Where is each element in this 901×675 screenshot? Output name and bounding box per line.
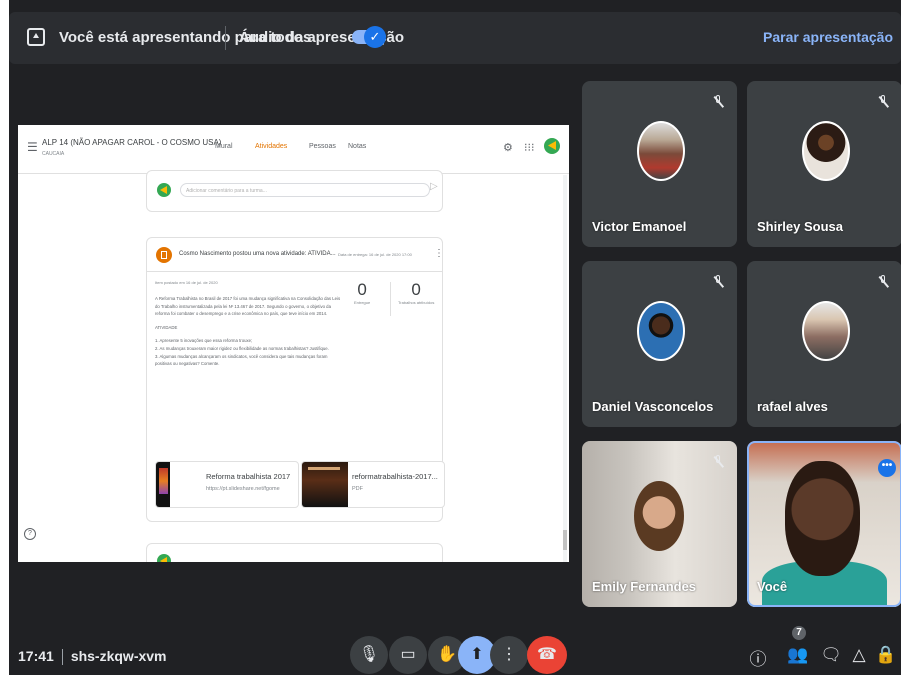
user-avatar [157,554,171,562]
participant-avatar [802,121,850,181]
posted-date: Item postado em 16 de jul. de 2020 [155,280,218,285]
tab-notas[interactable]: Notas [348,143,366,150]
chat-icon[interactable]: 🗨 [820,645,842,665]
post-heading: ATIVIDADE [155,324,178,330]
mic-off-icon [876,95,890,109]
question-3: 3. Algumas mudanças alcançaram os sindic… [155,353,328,367]
classroom-header: ☰ ALP 14 (NÃO APAGAR CAROL - O COSMO USA… [18,125,569,174]
class-name[interactable]: ALP 14 (NÃO APAGAR CAROL - O COSMO USA) [42,138,221,147]
user-avatar [157,183,171,197]
tab-mural[interactable]: Mural [215,143,233,150]
participant-tile[interactable]: rafael alves [747,261,901,427]
scrollbar-thumb[interactable] [563,530,567,550]
post-paragraph: A Reforma Trabalhista no Brasil de 2017 … [155,296,341,317]
participant-tile[interactable]: Emily Fernandes [582,441,737,607]
post-body: A Reforma Trabalhista no Brasil de 2017 … [155,295,345,368]
participant-name: Emily Fernandes [592,579,697,594]
participant-avatar [802,301,850,361]
class-section: CAUCAIA [42,151,65,157]
more-options-button[interactable]: ⋮ [490,636,528,674]
turned-in-count: 0 [357,280,367,299]
more-vert-icon: ⋮ [501,646,517,663]
menu-icon[interactable]: ☰ [27,140,38,154]
presenting-banner: Você está apresentando para todos Áudio … [9,12,901,64]
attachment-link[interactable]: Reforma trabalhista 2017 https://pt.slid… [155,461,299,508]
divider [147,271,442,272]
divider [61,649,63,666]
comment-input[interactable]: Adicionar comentário para a turma... [180,183,430,197]
turned-in-stat[interactable]: 0 Entregue [354,280,370,305]
post-title[interactable]: Cosmo Nascimento postou uma nova ativida… [179,251,336,257]
presentation-audio-toggle[interactable]: ✓ [352,26,386,48]
present-screen-icon: ⬆ [470,646,484,663]
class-comment-card: Adicionar comentário para a turma... ▷ [146,170,443,212]
self-tile[interactable]: ••• Você [747,441,901,607]
host-controls-icon[interactable]: 🔒 [875,645,897,665]
attachment-thumbnail [302,462,348,507]
attachment-pdf[interactable]: reformatrabalhista-2017... PDF [301,461,445,508]
participant-name: rafael alves [757,399,828,414]
meeting-info: 17:41 shs-zkqw-xvm [18,648,167,666]
people-icon[interactable]: 👥 [787,645,809,665]
camera-button[interactable]: ▭ [389,636,427,674]
due-date: Data de entrega: 16 de jul. de 2020 17:0… [338,252,412,257]
clock: 17:41 [18,648,54,664]
mic-button[interactable]: 🎙 [350,636,388,674]
meeting-code: shs-zkqw-xvm [70,648,167,664]
participant-name: Shirley Sousa [757,219,843,234]
assignment-post: Cosmo Nascimento postou uma nova ativida… [146,237,445,522]
mic-off-icon [711,275,725,289]
participant-tile[interactable]: Shirley Sousa [747,81,901,247]
hangup-icon: ☎ [537,646,557,663]
divider [390,282,391,316]
more-options-icon[interactable]: ⋮ [434,248,444,259]
stop-presenting-button[interactable]: Parar apresentação [763,29,893,45]
question-1: 1. Apresente 5 inovações que essa reform… [155,338,253,344]
info-icon[interactable]: ⓘ [747,645,769,670]
mic-off-icon [876,275,890,289]
mic-icon: 🎙 [358,646,380,663]
settings-icon[interactable]: ⚙ [503,141,513,154]
scrollbar[interactable] [563,175,567,562]
present-screen-icon [27,28,45,46]
attachment-title: reformatrabalhista-2017... [352,472,438,481]
send-icon[interactable]: ▷ [430,181,438,192]
attachment-url: https://pt.slideshare.net/fgome [206,486,280,492]
participant-count-badge: 7 [792,626,806,640]
question-2: 2. As mudanças trouxeram maior rigidez o… [155,345,329,351]
apps-grid-icon[interactable]: ⁝⁝⁝ [524,141,535,154]
assigned-count: 0 [411,280,421,299]
help-icon[interactable]: ? [24,528,36,540]
assigned-label: Trabalhos atribuídos [398,300,435,305]
participant-name: Victor Emanoel [592,219,687,234]
tab-pessoas[interactable]: Pessoas [309,143,336,150]
classroom-logo [544,138,560,154]
attachment-type: PDF [352,486,363,492]
more-options-icon[interactable]: ••• [878,459,896,477]
divider [225,26,226,50]
participant-name: Daniel Vasconcelos [592,399,714,414]
tab-atividades[interactable]: Atividades [255,143,287,150]
participant-tile[interactable]: Daniel Vasconcelos [582,261,737,427]
participant-avatar [637,301,685,361]
activities-icon[interactable]: △ [848,645,870,665]
leave-call-button[interactable]: ☎ [527,636,567,674]
attachment-title: Reforma trabalhista 2017 [206,472,291,481]
participant-avatar [637,121,685,181]
assignment-icon [156,247,172,263]
meet-window: Você está apresentando para todos Áudio … [9,0,901,675]
mic-off-icon [711,95,725,109]
turned-in-label: Entregue [354,300,371,305]
next-post-card [146,543,443,562]
camera-icon: ▭ [400,646,416,663]
attachment-thumbnail [156,462,202,507]
participant-tile[interactable]: Victor Emanoel [582,81,737,247]
mic-off-icon [711,455,725,469]
assigned-stat[interactable]: 0 Trabalhos atribuídos [398,280,434,305]
participant-name: Você [757,579,788,594]
shared-screen: ☰ ALP 14 (NÃO APAGAR CAROL - O COSMO USA… [18,125,569,562]
check-icon: ✓ [364,26,386,48]
hand-icon: ✋ [437,646,457,663]
